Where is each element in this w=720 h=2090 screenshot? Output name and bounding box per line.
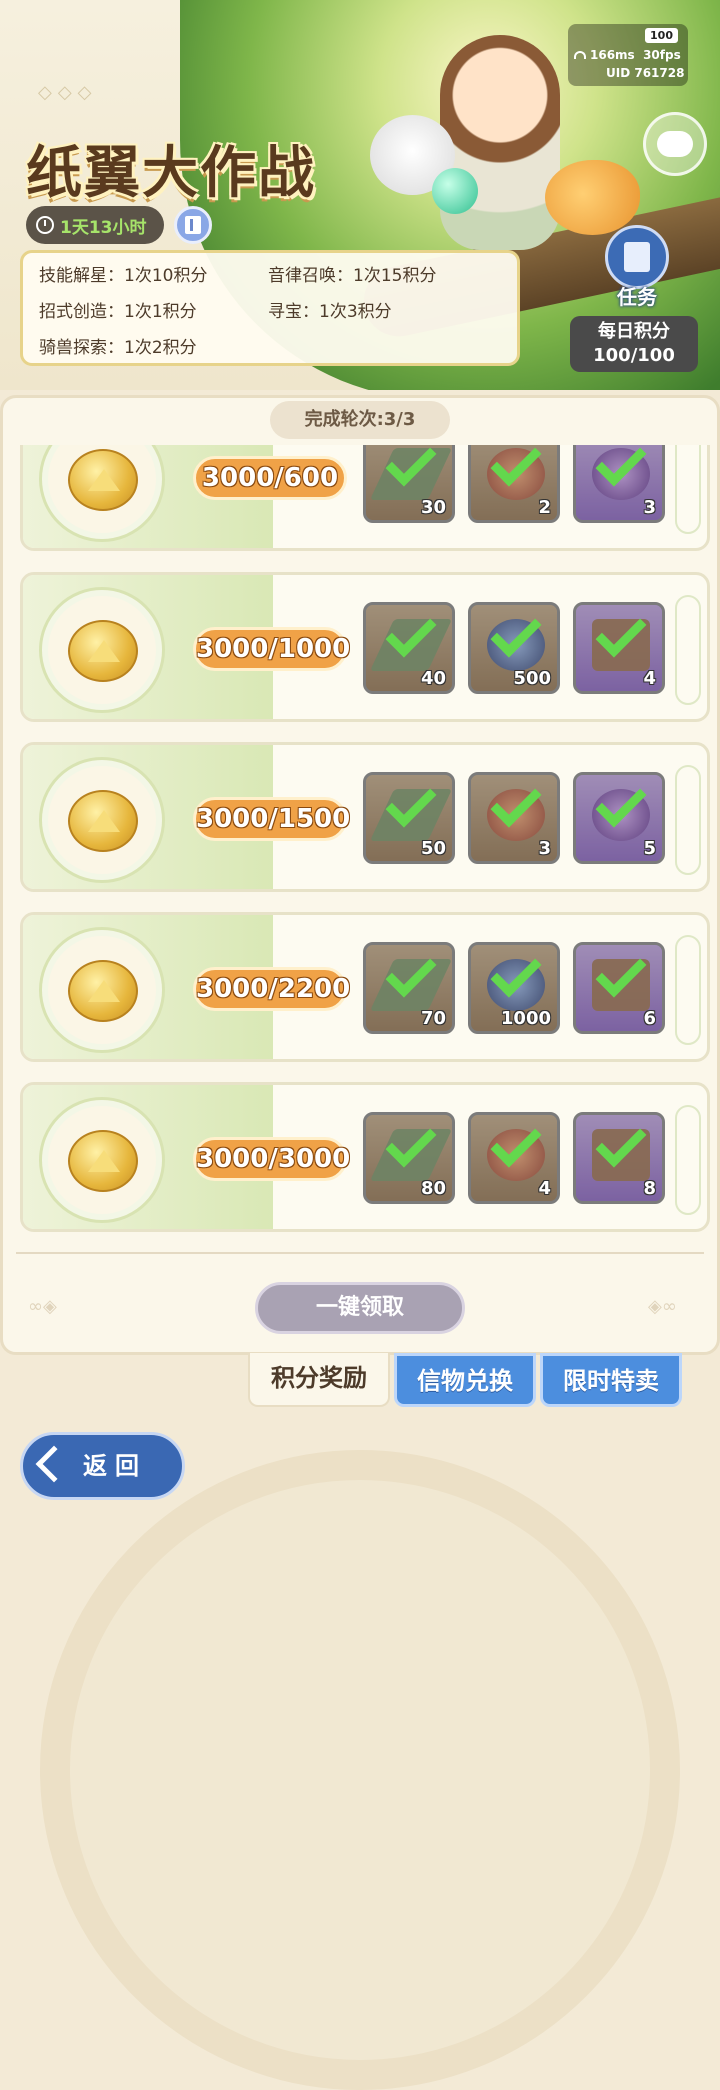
book-icon bbox=[185, 216, 201, 234]
orange-fish-art bbox=[545, 160, 640, 235]
item-qty: 80 bbox=[420, 1178, 446, 1199]
reward-item[interactable]: 8 bbox=[573, 1112, 665, 1204]
row-side-ornament bbox=[675, 445, 701, 534]
row-side-ornament bbox=[675, 1105, 701, 1215]
diamond-decoration-icon: ◇◇◇ bbox=[38, 82, 98, 103]
network-stats: 166ms 30fps bbox=[574, 48, 681, 62]
reward-item[interactable]: 2 bbox=[468, 445, 560, 523]
reward-item[interactable]: 80 bbox=[363, 1112, 455, 1204]
fps-text: 30fps bbox=[643, 48, 681, 62]
green-orb-art bbox=[432, 168, 478, 214]
tab-token-exchange[interactable]: 信物兑换 bbox=[394, 1353, 536, 1407]
daily-points-value: 100/100 bbox=[593, 345, 675, 366]
rule-text: 音律召唤：1次15积分 bbox=[268, 266, 437, 286]
reward-item[interactable]: 1000 bbox=[468, 942, 560, 1034]
rule-text: 招式创造：1次1积分 bbox=[39, 302, 197, 322]
medal-frame bbox=[39, 587, 165, 713]
item-qty: 4 bbox=[538, 1178, 551, 1199]
round-progress-label: 完成轮次:3/3 bbox=[270, 401, 450, 439]
ping-text: 166ms bbox=[590, 48, 635, 62]
daily-points-label: 每日积分 bbox=[598, 321, 670, 342]
reward-tier-row: 3000/600 30 2 3 bbox=[20, 445, 710, 551]
chat-button[interactable] bbox=[643, 112, 707, 176]
back-arrow-icon bbox=[35, 1445, 73, 1483]
reward-item[interactable]: 40 bbox=[363, 602, 455, 694]
back-button[interactable]: 返回 bbox=[20, 1432, 185, 1500]
event-timer: 1天13小时 bbox=[26, 206, 164, 244]
tier-progress: 3000/600 bbox=[193, 456, 347, 500]
medal-frame bbox=[39, 927, 165, 1053]
item-qty: 1000 bbox=[500, 1008, 551, 1029]
daily-points-box: 每日积分 100/100 bbox=[570, 316, 698, 372]
item-qty: 500 bbox=[513, 668, 551, 689]
task-button[interactable]: 任务 bbox=[600, 225, 674, 309]
ornament-left-icon: ∞◈ bbox=[28, 1296, 57, 1317]
reward-item[interactable]: 30 bbox=[363, 445, 455, 523]
medal-frame bbox=[39, 757, 165, 883]
tier-progress: 3000/2200 bbox=[193, 967, 350, 1011]
item-qty: 3 bbox=[643, 497, 656, 518]
reward-item[interactable]: 500 bbox=[468, 602, 560, 694]
task-book-icon bbox=[624, 242, 650, 272]
item-qty: 4 bbox=[643, 668, 656, 689]
item-qty: 50 bbox=[420, 838, 446, 859]
item-qty: 2 bbox=[538, 497, 551, 518]
medal-frame bbox=[39, 1097, 165, 1223]
reward-item[interactable]: 5 bbox=[573, 772, 665, 864]
gold-coin-icon bbox=[68, 449, 138, 511]
score-rules-panel: 技能解星：1次10积分 音律召唤：1次15积分 招式创造：1次1积分 寻宝：1次… bbox=[20, 250, 520, 366]
task-label: 任务 bbox=[617, 285, 657, 309]
item-qty: 30 bbox=[420, 497, 446, 518]
gold-coin-icon bbox=[68, 790, 138, 852]
reward-tier-row: 3000/3000 80 4 8 bbox=[20, 1082, 710, 1232]
claim-all-button[interactable]: 一键领取 bbox=[255, 1282, 465, 1334]
row-side-ornament bbox=[675, 595, 701, 705]
reward-tier-row: 3000/1500 50 3 5 bbox=[20, 742, 710, 892]
item-qty: 40 bbox=[420, 668, 446, 689]
status-overlay: 100 166ms 30fps UID 761728 bbox=[568, 24, 688, 86]
character-girl-art bbox=[440, 35, 560, 250]
row-side-ornament bbox=[675, 935, 701, 1045]
gold-coin-icon bbox=[68, 620, 138, 682]
item-qty: 70 bbox=[420, 1008, 446, 1029]
reward-item[interactable]: 4 bbox=[468, 1112, 560, 1204]
reward-item[interactable]: 70 bbox=[363, 942, 455, 1034]
wifi-icon bbox=[574, 51, 586, 59]
event-title: 纸翼大作战 bbox=[26, 141, 316, 206]
reward-item[interactable]: 6 bbox=[573, 942, 665, 1034]
gold-coin-icon bbox=[68, 1130, 138, 1192]
reward-item[interactable]: 50 bbox=[363, 772, 455, 864]
rule-text: 寻宝：1次3积分 bbox=[268, 302, 392, 322]
tab-points-reward[interactable]: 积分奖励 bbox=[248, 1353, 390, 1407]
tier-progress: 3000/1500 bbox=[193, 797, 350, 841]
rules-book-button[interactable] bbox=[174, 206, 212, 244]
item-qty: 5 bbox=[643, 838, 656, 859]
row-side-ornament bbox=[675, 765, 701, 875]
battery-indicator: 100 bbox=[645, 28, 678, 43]
item-qty: 6 bbox=[643, 1008, 656, 1029]
rule-text: 技能解星：1次10积分 bbox=[39, 266, 208, 286]
divider bbox=[16, 1252, 704, 1254]
chat-bubble-icon bbox=[657, 131, 693, 157]
reward-item[interactable]: 4 bbox=[573, 602, 665, 694]
tier-progress: 3000/3000 bbox=[193, 1137, 350, 1181]
gold-coin-icon bbox=[68, 960, 138, 1022]
clock-icon bbox=[36, 216, 54, 234]
reward-item[interactable]: 3 bbox=[573, 445, 665, 523]
ornament-right-icon: ◈∞ bbox=[648, 1296, 677, 1317]
bottom-ornament bbox=[40, 1450, 680, 2090]
reward-tier-list[interactable]: 3000/600 30 2 3 3000/1000 40 500 4 3000/… bbox=[12, 445, 712, 1240]
task-circle bbox=[605, 225, 669, 289]
timer-text: 1天13小时 bbox=[60, 217, 147, 238]
rule-text: 骑兽探索：1次2积分 bbox=[39, 338, 197, 358]
uid-text: UID 761728 bbox=[606, 66, 685, 80]
back-label: 返回 bbox=[83, 1452, 147, 1480]
item-qty: 3 bbox=[538, 838, 551, 859]
reward-tier-row: 3000/2200 70 1000 6 bbox=[20, 912, 710, 1062]
tier-progress: 3000/1000 bbox=[193, 627, 350, 671]
tab-limited-sale[interactable]: 限时特卖 bbox=[540, 1353, 682, 1407]
item-qty: 8 bbox=[643, 1178, 656, 1199]
reward-item[interactable]: 3 bbox=[468, 772, 560, 864]
reward-tier-row: 3000/1000 40 500 4 bbox=[20, 572, 710, 722]
